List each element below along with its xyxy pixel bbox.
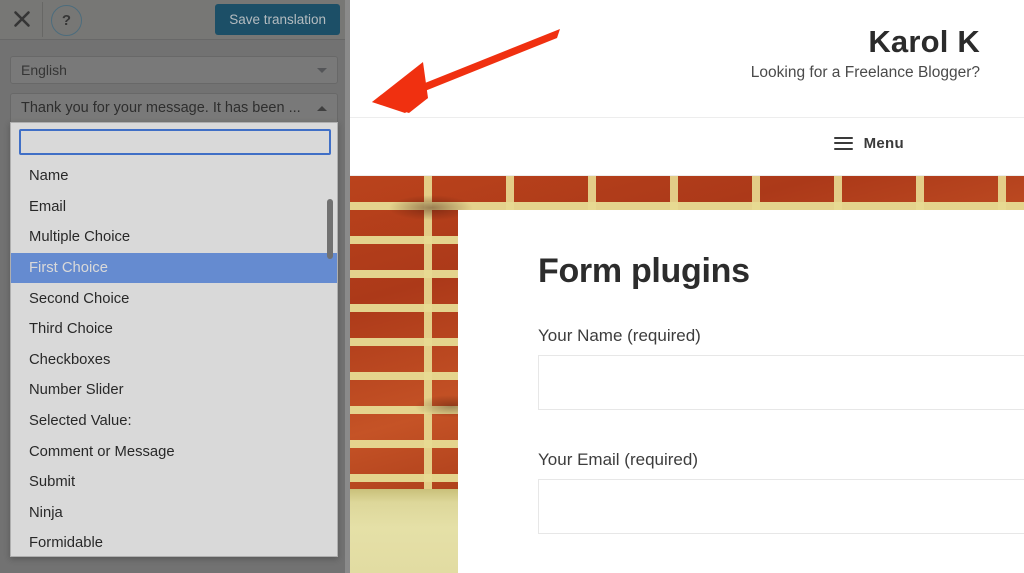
- panel-right-edge: [345, 0, 350, 573]
- menu-label: Menu: [863, 135, 904, 152]
- panel-toolbar: ? Save translation: [0, 0, 350, 40]
- screenshot-root: Karol K Looking for a Freelance Blogger?…: [0, 0, 1024, 573]
- website-preview: Karol K Looking for a Freelance Blogger?…: [350, 0, 1024, 573]
- dropdown-option[interactable]: Submit: [11, 467, 337, 498]
- dropdown-option-list[interactable]: Name Email Multiple Choice First Choice Seco…: [11, 161, 337, 556]
- chevron-up-icon: [317, 106, 327, 111]
- site-tagline: Looking for a Freelance Blogger?: [750, 64, 980, 81]
- dropdown-option[interactable]: Formidable: [11, 528, 337, 556]
- page-title: Form plugins: [538, 252, 750, 290]
- dropdown-option[interactable]: First Choice: [11, 252, 337, 284]
- dropdown-search-input[interactable]: [19, 129, 331, 155]
- hero-brick-background: Form plugins Your Name (required) Your E…: [350, 176, 1024, 573]
- form-field-email: Your Email (required): [538, 450, 1024, 534]
- dropdown-option[interactable]: Third Choice: [11, 314, 337, 345]
- dropdown-option[interactable]: Checkboxes: [11, 345, 337, 376]
- your-email-input[interactable]: [538, 479, 1024, 534]
- dropdown-option[interactable]: Second Choice: [11, 283, 337, 314]
- dropdown-option[interactable]: Number Slider: [11, 375, 337, 406]
- site-navbar: Menu: [350, 118, 1024, 176]
- chevron-down-icon: [317, 68, 327, 73]
- dropdown-option[interactable]: Email: [11, 192, 337, 223]
- field-label-name: Your Name (required): [538, 326, 701, 345]
- hamburger-icon: [833, 136, 853, 151]
- dropdown-option[interactable]: Selected Value:: [11, 406, 337, 437]
- article-card: Form plugins Your Name (required) Your E…: [458, 210, 1024, 573]
- dropdown-option[interactable]: Multiple Choice: [11, 222, 337, 253]
- language-select[interactable]: English: [10, 56, 338, 84]
- form-field-name: Your Name (required): [538, 326, 1024, 410]
- translation-panel: ? Save translation English Thank you for…: [0, 0, 350, 573]
- string-dropdown: Name Email Multiple Choice First Choice Seco…: [10, 122, 338, 557]
- your-name-input[interactable]: [538, 355, 1024, 410]
- string-select-value: Thank you for your message. It has been …: [21, 100, 301, 116]
- dropdown-option[interactable]: Name: [11, 161, 337, 192]
- save-translation-button[interactable]: Save translation: [215, 4, 340, 35]
- dropdown-option[interactable]: Comment or Message: [11, 436, 337, 467]
- site-title: Karol K: [868, 24, 980, 59]
- close-icon[interactable]: [8, 5, 36, 33]
- dropdown-scrollbar-thumb[interactable]: [327, 199, 333, 259]
- help-circle-icon[interactable]: ?: [51, 5, 82, 36]
- help-glyph: ?: [61, 12, 72, 29]
- menu-toggle[interactable]: Menu: [833, 135, 904, 152]
- language-select-value: English: [21, 62, 67, 78]
- site-header: Karol K Looking for a Freelance Blogger?: [350, 0, 1024, 118]
- string-select[interactable]: Thank you for your message. It has been …: [10, 93, 338, 123]
- dropdown-option[interactable]: Ninja: [11, 498, 337, 529]
- field-label-email: Your Email (required): [538, 450, 698, 469]
- toolbar-divider: [42, 2, 43, 37]
